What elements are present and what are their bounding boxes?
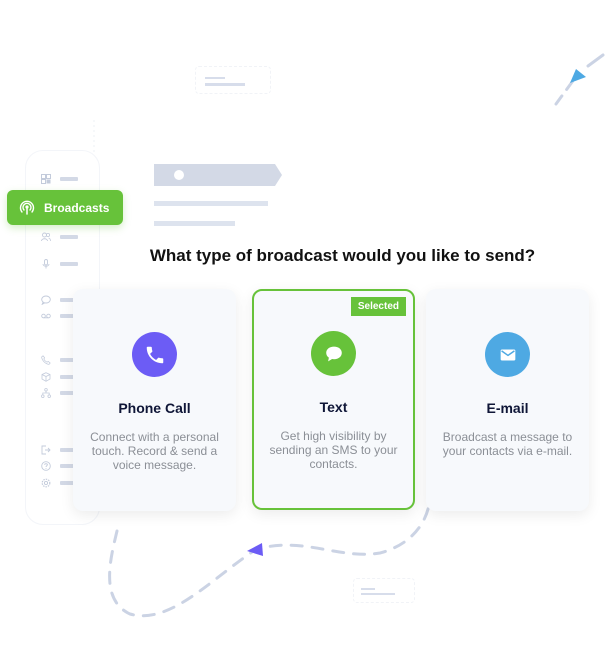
mini-card-line [205, 83, 245, 86]
sidebar-item-contacts[interactable] [40, 231, 78, 243]
arrow-head-blue [570, 69, 586, 83]
dashed-path-top [554, 76, 577, 106]
sidebar-item-recordings[interactable] [40, 258, 78, 270]
contacts-icon [40, 231, 52, 243]
microphone-icon [40, 258, 52, 270]
option-description: Broadcast a message to your contacts via… [442, 430, 573, 458]
option-description: Get high visibility by sending an SMS to… [269, 429, 398, 471]
option-card-phone-call[interactable]: Phone Call Connect with a personal touch… [73, 289, 236, 511]
decorative-header-line [154, 201, 268, 206]
package-icon [40, 371, 52, 383]
sidebar-item-placeholder [60, 235, 78, 239]
sidebar-item-label: Broadcasts [44, 200, 110, 215]
envelope-icon [485, 332, 530, 377]
settings-icon [40, 477, 52, 489]
selected-badge: Selected [350, 297, 406, 316]
sidebar-item-broadcasts[interactable]: Broadcasts [7, 190, 123, 225]
sidebar-item-dashboard[interactable] [40, 173, 78, 185]
chat-bubble-icon [311, 331, 356, 376]
grid-icon [40, 173, 52, 185]
option-title: E-mail [486, 400, 529, 416]
decorative-mini-card [195, 66, 271, 94]
help-icon [40, 460, 52, 472]
page-question: What type of broadcast would you like to… [149, 246, 536, 265]
voicemail-icon [40, 310, 52, 322]
mini-card-line [361, 588, 375, 590]
decorative-mini-card [353, 578, 415, 603]
decorative-header-line [154, 221, 235, 226]
option-description: Connect with a personal touch. Record & … [90, 430, 219, 472]
logout-icon [40, 444, 52, 456]
option-card-text[interactable]: Selected Text Get high visibility by sen… [252, 289, 415, 510]
dashed-path-top-tail [586, 53, 605, 68]
mini-card-line [361, 593, 395, 595]
sidebar-item-placeholder [60, 262, 78, 266]
org-chart-icon [40, 387, 52, 399]
broadcast-antenna-icon [19, 200, 35, 216]
decorative-header-tag [154, 164, 282, 186]
option-card-email[interactable]: E-mail Broadcast a message to your conta… [426, 289, 589, 511]
chat-bubble-icon [40, 294, 52, 306]
phone-icon [40, 354, 52, 366]
option-title: Text [319, 399, 348, 415]
sidebar-item-placeholder [60, 177, 78, 181]
arrow-head-purple [247, 543, 263, 556]
mini-card-line [205, 77, 225, 79]
phone-icon [132, 332, 177, 377]
option-title: Phone Call [118, 400, 191, 416]
